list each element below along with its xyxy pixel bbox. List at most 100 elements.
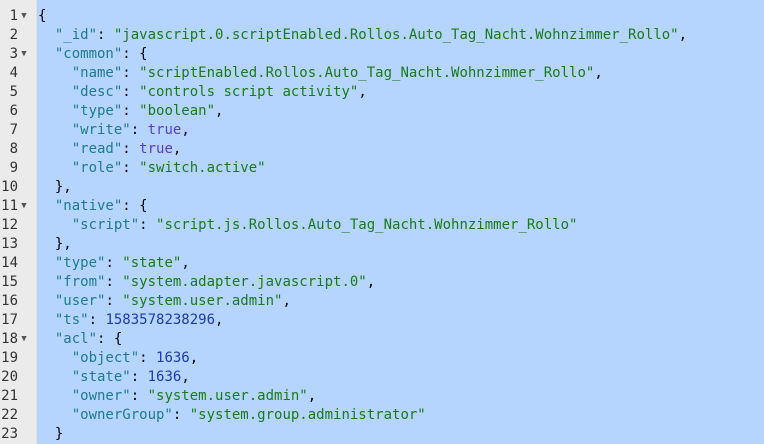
code-token-punctuation: , [282, 293, 291, 309]
line-number: 8 [9, 141, 18, 157]
code-token-key: "owner" [71, 388, 131, 404]
code-line[interactable]: 3 ▼ "common": { [0, 45, 764, 64]
code-token-key: "acl" [54, 331, 98, 347]
line-number: 5 [9, 84, 18, 100]
code-line[interactable]: 2 "_id": "javascript.0.scriptEnabled.Rol… [0, 26, 764, 45]
code-token-punctuation [38, 369, 72, 385]
code-line[interactable]: 16 "user": "system.user.admin", [0, 292, 764, 311]
code-token-key: "read" [71, 141, 123, 157]
code-text: "role": "switch.active" [38, 159, 266, 178]
code-token-punctuation: , [678, 27, 688, 43]
code-token-punctuation [38, 160, 72, 176]
code-token-string: "system.user.admin" [147, 388, 308, 404]
line-number: 2 [9, 27, 18, 43]
code-line[interactable]: 17 "ts": 1583578238296, [0, 311, 764, 330]
code-line[interactable]: 1 ▼ { [0, 7, 764, 26]
line-number: 22 [1, 407, 18, 423]
code-token-punctuation: : [130, 122, 148, 138]
line-number: 23 [1, 426, 18, 442]
code-line[interactable]: 11 ▼ "native": { [0, 197, 764, 216]
code-token-punctuation [38, 312, 55, 328]
code-text: "native": { [38, 197, 148, 216]
code-line[interactable]: 14 "type": "state", [0, 254, 764, 273]
code-token-punctuation: , [594, 65, 603, 81]
code-token-punctuation: : [122, 160, 140, 176]
code-text: "type": "state", [38, 254, 190, 273]
code-token-key: "write" [71, 122, 131, 138]
code-line[interactable]: 7 "write": true, [0, 121, 764, 140]
line-number: 3 [9, 46, 18, 62]
code-token-punctuation: : [130, 369, 148, 385]
code-token-punctuation: : [88, 312, 106, 328]
code-line[interactable]: 18 ▼ "acl": { [0, 330, 764, 349]
code-token-string: "controls script activity" [139, 84, 359, 100]
code-token-punctuation: : [122, 65, 140, 81]
line-number: 20 [1, 369, 18, 385]
code-token-punctuation: , [172, 141, 182, 157]
line-number: 17 [1, 312, 18, 328]
code-token-number: 1636 [156, 350, 190, 366]
code-text: }, [38, 235, 72, 254]
code-token-punctuation [38, 122, 72, 138]
code-token-string: "switch.active" [139, 160, 266, 176]
code-line[interactable]: 12 "script": "script.js.Rollos.Auto_Tag_… [0, 216, 764, 235]
fold-toggle-icon[interactable]: ▼ [18, 45, 30, 64]
code-line[interactable]: 21 "owner": "system.user.admin", [0, 387, 764, 406]
line-number: 11 [1, 198, 18, 214]
code-text: { [38, 7, 46, 26]
code-token-punctuation: }, [38, 236, 72, 252]
code-text: "from": "system.adapter.javascript.0", [38, 273, 375, 292]
code-token-punctuation [38, 46, 55, 62]
fold-toggle-icon[interactable]: ▼ [18, 197, 30, 216]
code-line[interactable]: 6 "type": "boolean", [0, 102, 764, 121]
code-token-key: "role" [71, 160, 123, 176]
code-line[interactable]: 22 "ownerGroup": "system.group.administr… [0, 406, 764, 425]
code-line[interactable]: 8 "read": true, [0, 140, 764, 159]
code-token-key: "from" [54, 274, 106, 290]
code-token-punctuation [38, 293, 55, 309]
code-token-punctuation [38, 274, 55, 290]
code-text: "object": 1636, [38, 349, 198, 368]
code-line[interactable]: 4 "name": "scriptEnabled.Rollos.Auto_Tag… [0, 64, 764, 83]
code-line[interactable]: 15 "from": "system.adapter.javascript.0"… [0, 273, 764, 292]
code-token-key: "user" [54, 293, 106, 309]
json-code-editor[interactable]: 1 ▼{2 "_id": "javascript.0.scriptEnabled.… [0, 0, 764, 444]
line-number: 1 [9, 8, 18, 24]
code-token-keyword: true [147, 122, 182, 138]
code-text: "_id": "javascript.0.scriptEnabled.Rollo… [38, 26, 687, 45]
fold-toggle-icon[interactable]: ▼ [18, 330, 30, 349]
code-token-punctuation [38, 331, 55, 347]
code-token-punctuation: : [139, 217, 157, 233]
code-line[interactable]: 13 }, [0, 235, 764, 254]
code-token-string: "scriptEnabled.Rollos.Auto_Tag_Nacht.Woh… [139, 65, 595, 81]
code-token-string: "system.user.admin" [122, 293, 283, 309]
code-token-string: "system.adapter.javascript.0" [122, 274, 367, 290]
code-line[interactable]: 20 "state": 1636, [0, 368, 764, 387]
code-line[interactable]: 9 "role": "switch.active" [0, 159, 764, 178]
code-token-punctuation: , [181, 369, 190, 385]
code-token-punctuation: : [122, 141, 140, 157]
code-token-punctuation: : { [122, 198, 148, 214]
code-token-punctuation: : { [97, 331, 123, 347]
code-token-key: "ownerGroup" [71, 407, 173, 423]
code-text: "desc": "controls script activity", [38, 83, 367, 102]
code-line[interactable]: 5 "desc": "controls script activity", [0, 83, 764, 102]
line-number: 9 [9, 160, 18, 176]
code-text: } [38, 425, 63, 444]
line-number: 18 [1, 331, 18, 347]
code-token-punctuation: , [358, 84, 367, 100]
fold-toggle-icon[interactable]: ▼ [18, 7, 30, 26]
code-line[interactable]: 19 "object": 1636, [0, 349, 764, 368]
code-text: "read": true, [38, 140, 182, 159]
code-text: "owner": "system.user.admin", [38, 387, 316, 406]
code-token-punctuation [38, 217, 72, 233]
code-text: "ts": 1583578238296, [38, 311, 224, 330]
code-text: }, [38, 178, 72, 197]
code-line[interactable]: 10 }, [0, 178, 764, 197]
code-token-punctuation: : [122, 103, 140, 119]
code-token-punctuation: , [181, 122, 190, 138]
code-line[interactable]: 23 } [0, 425, 764, 444]
code-token-keyword: true [139, 141, 173, 157]
line-number: 16 [1, 293, 18, 309]
code-token-punctuation [38, 103, 72, 119]
